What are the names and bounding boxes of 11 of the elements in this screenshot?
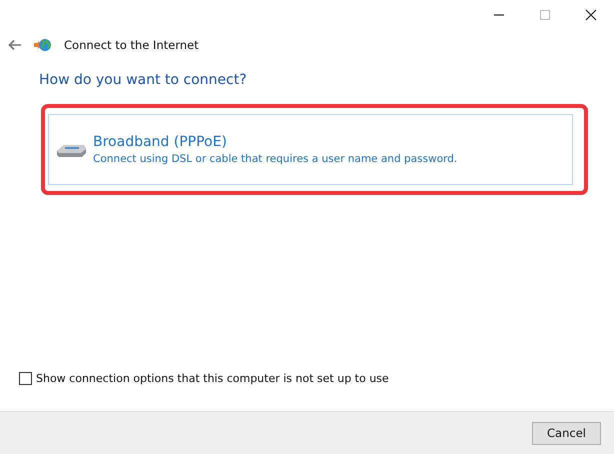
option-title: Broadband (PPPoE) [93, 134, 228, 150]
checkbox[interactable] [19, 372, 32, 385]
checkbox-label: Show connection options that this computer is not set up to use [36, 372, 389, 385]
window-title: Connect to the Internet [64, 38, 199, 52]
connection-option[interactable]: Broadband (PPPoE) Connect using DSL or cable that requires a user name and password. [48, 114, 573, 185]
globe-icon [34, 38, 52, 52]
option-description: Connect using DSL or cable that requires a user name and password. [93, 153, 458, 165]
back-arrow-icon[interactable] [8, 39, 22, 51]
cancel-button[interactable]: Cancel [532, 422, 601, 444]
close-icon[interactable] [585, 9, 597, 21]
page-heading: How do you want to connect? [39, 72, 248, 90]
